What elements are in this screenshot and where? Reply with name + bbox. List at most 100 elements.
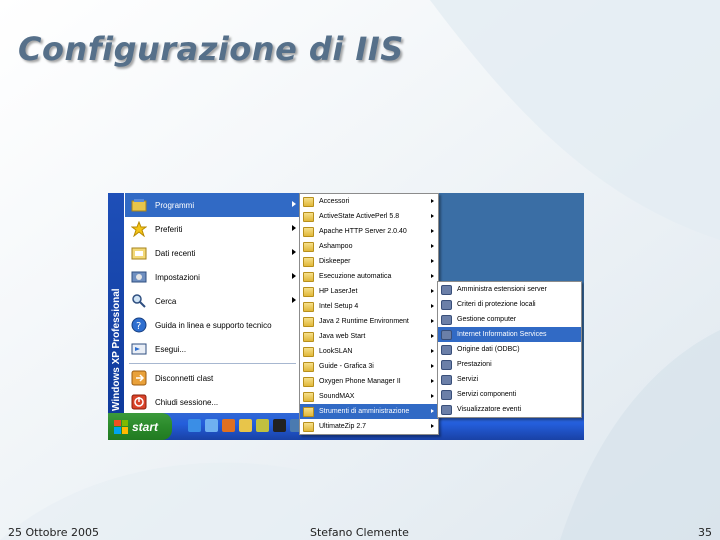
- admin-tool-item[interactable]: Prestazioni: [438, 357, 581, 372]
- program-item[interactable]: SoundMAX: [300, 389, 438, 404]
- folder-icon: [303, 361, 314, 372]
- start-menu-item-impostazioni[interactable]: Impostazioni: [125, 265, 300, 289]
- start-menu-item-esegui[interactable]: Esegui...: [125, 337, 300, 361]
- program-item-label: ActiveState ActivePerl 5.8: [319, 213, 400, 220]
- program-item-label: Java 2 Runtime Environment: [319, 318, 409, 325]
- program-item[interactable]: Diskeeper: [300, 254, 438, 269]
- admin-tool-item[interactable]: Visualizzatore eventi: [438, 402, 581, 417]
- windows-xp-band-text: Windows XP Professional: [111, 288, 122, 411]
- submenu-arrow-icon: [431, 319, 434, 323]
- admin-tool-label: Internet Information Services: [457, 331, 547, 338]
- admin-tool-icon: [441, 284, 452, 295]
- submenu-arrow-icon: [292, 297, 296, 303]
- quicklaunch-terminal-icon[interactable]: [273, 419, 286, 432]
- folder-icon: [303, 196, 314, 207]
- folder-icon: [303, 421, 314, 432]
- recent-icon: [129, 243, 149, 263]
- start-menu-item-cerca[interactable]: Cerca: [125, 289, 300, 313]
- programs-icon: [129, 195, 149, 215]
- iis-icon: [441, 329, 452, 340]
- start-button[interactable]: start: [108, 413, 172, 440]
- footer-date: 25 Ottobre 2005: [8, 526, 100, 539]
- run-icon: [129, 339, 149, 359]
- program-item[interactable]: UltimateZip 2.7: [300, 419, 438, 434]
- program-item[interactable]: Ashampoo: [300, 239, 438, 254]
- start-menu-item-dati-recenti[interactable]: Dati recenti: [125, 241, 300, 265]
- program-item-label: Ashampoo: [319, 243, 353, 250]
- submenu-arrow-icon: [431, 349, 434, 353]
- program-item[interactable]: Apache HTTP Server 2.0.40: [300, 224, 438, 239]
- submenu-arrow-icon: [431, 259, 434, 263]
- program-item-label: Apache HTTP Server 2.0.40: [319, 228, 407, 235]
- admin-tool-item[interactable]: Criteri di protezione locali: [438, 297, 581, 312]
- program-item[interactable]: LookSLAN: [300, 344, 438, 359]
- program-item[interactable]: Java web Start: [300, 329, 438, 344]
- program-item[interactable]: Esecuzione automatica: [300, 269, 438, 284]
- admin-tool-label: Visualizzatore eventi: [457, 406, 522, 413]
- star-icon: [129, 219, 149, 239]
- program-item[interactable]: HP LaserJet: [300, 284, 438, 299]
- start-menu-item-programmi[interactable]: Programmi: [125, 193, 300, 217]
- quicklaunch-desktop-icon[interactable]: [205, 419, 218, 432]
- quicklaunch-app-icon[interactable]: [256, 419, 269, 432]
- submenu-arrow-icon: [431, 244, 434, 248]
- folder-icon: [303, 316, 314, 327]
- admin-tool-item[interactable]: Servizi componenti: [438, 387, 581, 402]
- start-menu-item-guida[interactable]: ? Guida in linea e supporto tecnico: [125, 313, 300, 337]
- submenu-arrow-icon: [292, 273, 296, 279]
- folder-icon: [303, 406, 314, 417]
- folder-icon: [303, 226, 314, 237]
- admin-tool-icon: [441, 344, 452, 355]
- program-item[interactable]: Oxygen Phone Manager II: [300, 374, 438, 389]
- folder-icon: [303, 346, 314, 357]
- admin-tool-label: Amministra estensioni server: [457, 286, 547, 293]
- menu-item-label: Programmi: [155, 200, 195, 210]
- quicklaunch-media-icon[interactable]: [222, 419, 235, 432]
- admin-tool-icon: [441, 359, 452, 370]
- admin-tool-label: Gestione computer: [457, 316, 517, 323]
- admin-tool-icon: [441, 299, 452, 310]
- program-item-label: Oxygen Phone Manager II: [319, 378, 401, 385]
- submenu-arrow-icon: [292, 225, 296, 231]
- program-item-label: Guide - Grafica 3i: [319, 363, 374, 370]
- start-label: start: [132, 419, 159, 434]
- submenu-arrow-icon: [431, 409, 434, 413]
- admin-tool-label: Criteri di protezione locali: [457, 301, 536, 308]
- program-item-label: Intel Setup 4: [319, 303, 359, 310]
- quicklaunch-ie-icon[interactable]: [188, 419, 201, 432]
- program-item-label: UltimateZip 2.7: [319, 423, 367, 430]
- admin-tool-item[interactable]: Gestione computer: [438, 312, 581, 327]
- admin-tool-item[interactable]: Origine dati (ODBC): [438, 342, 581, 357]
- search-icon: [129, 291, 149, 311]
- admin-tool-icon: [441, 389, 452, 400]
- admin-tool-item-iis[interactable]: Internet Information Services: [438, 327, 581, 342]
- submenu-arrow-icon: [431, 334, 434, 338]
- programs-submenu: Accessori ActiveState ActivePerl 5.8 Apa…: [299, 193, 439, 435]
- folder-icon: [303, 331, 314, 342]
- folder-icon: [303, 211, 314, 222]
- menu-item-label: Cerca: [155, 296, 177, 306]
- screenshot: Windows XP Professional Programmi Prefer…: [108, 193, 584, 440]
- start-menu-list: Programmi Preferiti Dati recenti Imposta…: [125, 193, 300, 414]
- menu-item-label: Chiudi sessione...: [155, 397, 219, 407]
- admin-tool-label: Origine dati (ODBC): [457, 346, 520, 353]
- submenu-arrow-icon: [431, 229, 434, 233]
- program-item[interactable]: Guide - Grafica 3i: [300, 359, 438, 374]
- program-item-label: Strumenti di amministrazione: [319, 408, 410, 415]
- program-item[interactable]: ActiveState ActivePerl 5.8: [300, 209, 438, 224]
- folder-icon: [303, 241, 314, 252]
- start-menu-item-preferiti[interactable]: Preferiti: [125, 217, 300, 241]
- admin-tool-item[interactable]: Servizi: [438, 372, 581, 387]
- start-menu-item-chiudi-sessione[interactable]: Chiudi sessione...: [125, 390, 300, 414]
- menu-item-label: Esegui...: [155, 344, 187, 354]
- program-item-strumenti-amministrazione[interactable]: Strumenti di amministrazione: [300, 404, 438, 419]
- program-item[interactable]: Intel Setup 4: [300, 299, 438, 314]
- program-item[interactable]: Java 2 Runtime Environment: [300, 314, 438, 329]
- admin-tool-item[interactable]: Amministra estensioni server: [438, 282, 581, 297]
- program-item[interactable]: Accessori: [300, 194, 438, 209]
- submenu-arrow-icon: [431, 304, 434, 308]
- program-item-label: LookSLAN: [319, 348, 353, 355]
- quicklaunch-folder-icon[interactable]: [239, 419, 252, 432]
- submenu-arrow-icon: [431, 394, 434, 398]
- start-menu-item-disconnetti[interactable]: Disconnetti clast: [125, 366, 300, 390]
